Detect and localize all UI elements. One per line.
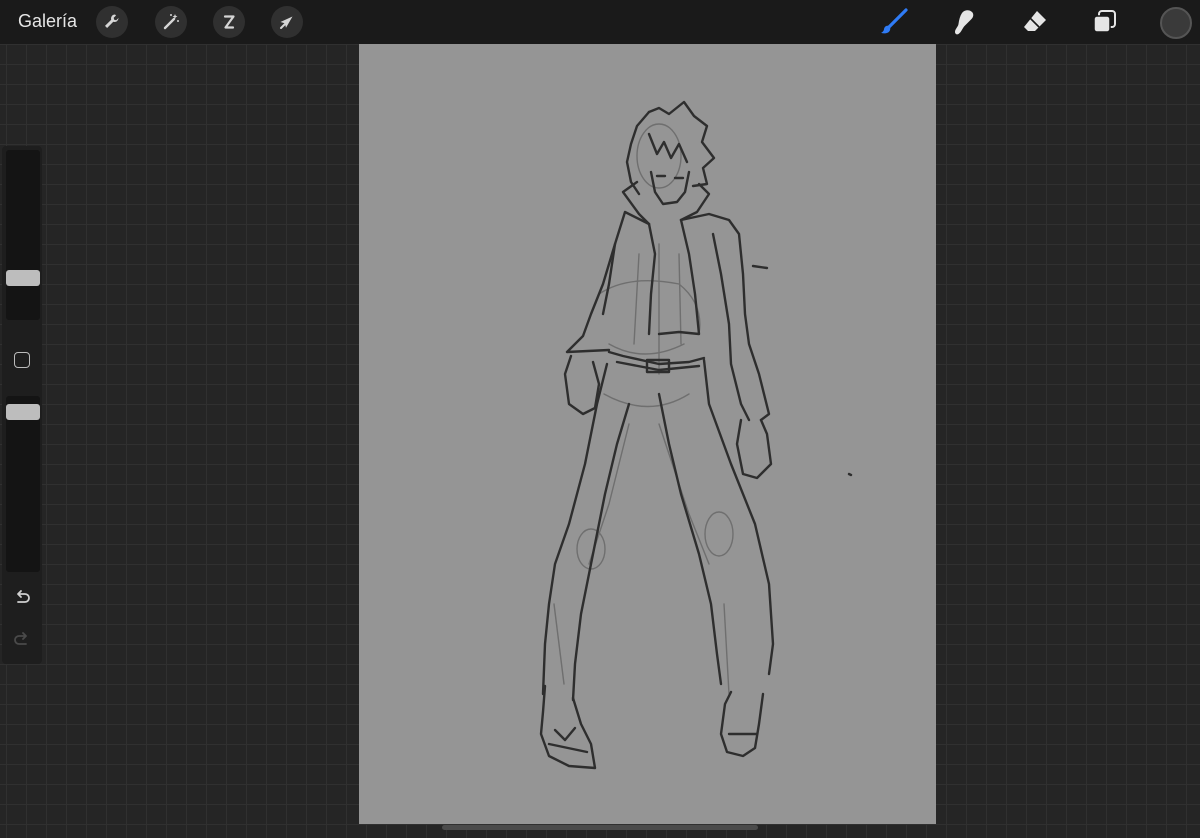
opacity-slider[interactable]	[6, 396, 40, 572]
actions-button[interactable]	[96, 6, 128, 38]
sketch-figure	[539, 100, 853, 770]
drawing-canvas[interactable]	[359, 44, 936, 824]
top-toolbar: Galería	[0, 0, 1200, 44]
eraser-icon	[1020, 7, 1050, 37]
adjustments-button[interactable]	[155, 6, 187, 38]
selection-icon	[219, 12, 239, 32]
color-picker-button[interactable]	[1160, 7, 1192, 39]
brush-size-handle[interactable]	[6, 270, 40, 286]
left-sidebar	[2, 146, 42, 664]
redo-icon	[12, 630, 32, 650]
opacity-handle[interactable]	[6, 404, 40, 420]
redo-button[interactable]	[12, 630, 32, 650]
undo-icon	[12, 588, 32, 608]
magic-wand-icon	[161, 12, 181, 32]
transform-button[interactable]	[271, 6, 303, 38]
brush-icon	[879, 7, 909, 37]
wrench-icon	[102, 12, 122, 32]
smudge-tool-button[interactable]	[948, 6, 980, 38]
gallery-button[interactable]: Galería	[18, 11, 77, 32]
undo-button[interactable]	[12, 588, 32, 608]
layers-icon	[1090, 7, 1120, 37]
layers-button[interactable]	[1089, 6, 1121, 38]
erase-tool-button[interactable]	[1019, 6, 1051, 38]
arrow-cursor-icon	[277, 12, 297, 32]
smudge-icon	[949, 7, 979, 37]
selection-button[interactable]	[213, 6, 245, 38]
brush-size-slider[interactable]	[6, 150, 40, 320]
home-indicator	[442, 825, 758, 830]
paint-tool-button[interactable]	[878, 6, 910, 38]
modify-button[interactable]	[14, 352, 30, 368]
